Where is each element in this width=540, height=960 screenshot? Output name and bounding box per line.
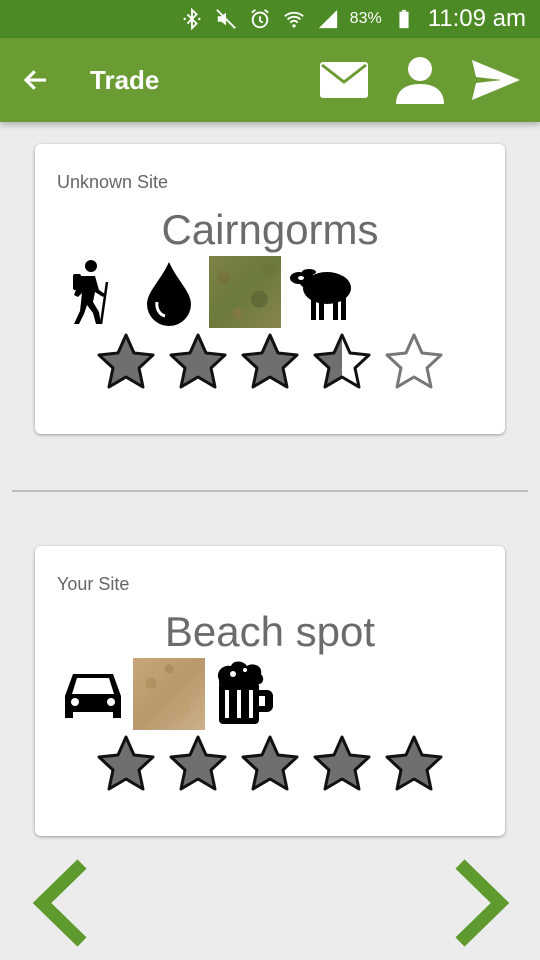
card-label: Unknown Site: [57, 172, 169, 192]
battery-percent: 83%: [349, 10, 382, 27]
star-3[interactable]: [240, 734, 300, 794]
site-title: Beach spot: [164, 608, 376, 655]
star-1[interactable]: [96, 332, 156, 392]
site-title: Cairngorms: [161, 206, 379, 253]
divider: [12, 490, 528, 492]
previous-button[interactable]: [30, 858, 94, 948]
feature-row: [57, 658, 285, 730]
send-icon: [472, 60, 520, 100]
star-5[interactable]: [384, 734, 444, 794]
sand-swatch: [133, 658, 205, 730]
alarm-icon: [248, 7, 272, 31]
star-2[interactable]: [168, 734, 228, 794]
send-button[interactable]: [464, 38, 528, 122]
back-button[interactable]: [0, 38, 72, 122]
water-drop-icon: [133, 256, 205, 328]
star-2[interactable]: [168, 332, 228, 392]
status-bar: 83% 11:09 am: [0, 0, 540, 38]
grass-swatch: [209, 256, 281, 328]
car-icon: [57, 658, 129, 730]
mail-icon: [320, 62, 368, 98]
your-site-card[interactable]: Your Site Beach spot: [35, 546, 505, 836]
battery-icon: [392, 7, 416, 31]
next-button[interactable]: [448, 858, 512, 948]
hiking-icon: [57, 256, 129, 328]
rating-stars: [35, 332, 505, 392]
rating-stars: [35, 734, 505, 794]
arrow-left-icon: [23, 70, 46, 90]
chevron-left-icon: [32, 859, 87, 947]
signal-icon: [316, 7, 340, 31]
sheep-icon: [285, 256, 357, 328]
clock: 11:09 am: [427, 5, 526, 32]
mail-button[interactable]: [312, 38, 376, 122]
unknown-site-card[interactable]: Unknown Site Cairngorms: [35, 144, 505, 434]
star-1[interactable]: [96, 734, 156, 794]
profile-button[interactable]: [388, 38, 452, 122]
star-4[interactable]: [312, 734, 372, 794]
mute-icon: [214, 7, 238, 31]
bluetooth-icon: [180, 7, 204, 31]
beer-icon: [209, 658, 281, 730]
star-3[interactable]: [240, 332, 300, 392]
person-icon: [396, 57, 444, 104]
feature-row: [57, 256, 361, 328]
star-5[interactable]: [384, 332, 444, 392]
star-4[interactable]: [312, 332, 372, 392]
app-bar: Trade: [0, 38, 540, 122]
card-label: Your Site: [57, 574, 130, 594]
wifi-icon: [282, 7, 306, 31]
chevron-right-icon: [455, 859, 510, 947]
page-title: Trade: [90, 64, 160, 95]
